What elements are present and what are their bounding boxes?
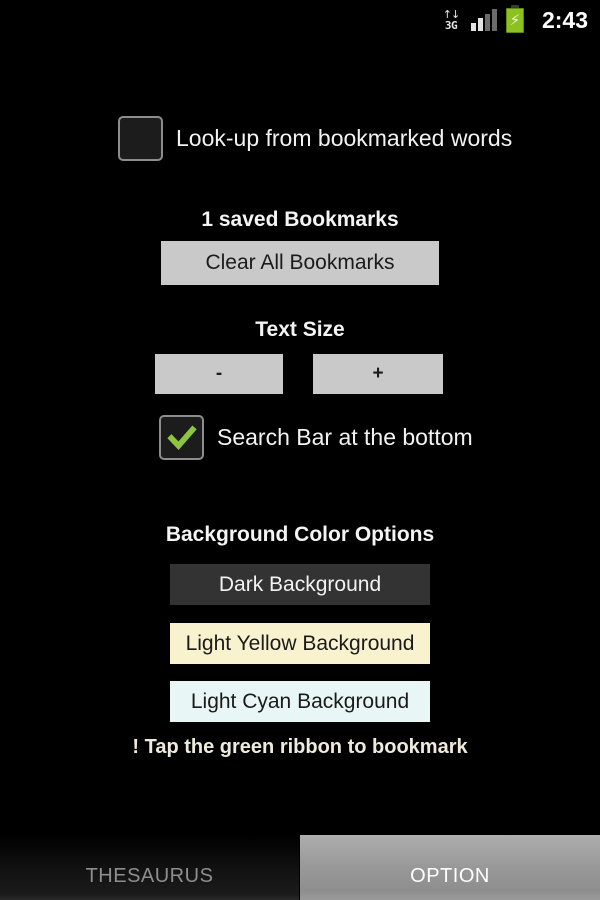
text-size-title: Text Size: [255, 318, 345, 341]
search-bar-bottom-label: Search Bar at the bottom: [217, 424, 473, 450]
status-bar-icons: ↑↓ 3G ⚡ 2:43: [440, 4, 588, 34]
tab-option[interactable]: OPTION: [300, 835, 600, 900]
search-bar-bottom-row[interactable]: Search Bar at the bottom: [159, 415, 473, 460]
status-bar-clock: 2:43: [541, 6, 588, 33]
bookmark-tip-text: ! Tap the green ribbon to bookmark: [132, 736, 468, 758]
network-type-label: 3G: [444, 19, 458, 32]
battery-charging-icon: ⚡: [505, 4, 524, 33]
lookup-bookmarked-words-checkbox[interactable]: [118, 116, 163, 161]
light-yellow-background-button[interactable]: Light Yellow Background: [170, 623, 430, 664]
bottom-tab-bar: THESAURUS OPTION: [0, 835, 600, 900]
light-cyan-background-button[interactable]: Light Cyan Background: [170, 681, 430, 722]
status-bar: ↑↓ 3G ⚡ 2:43: [0, 0, 600, 40]
checkmark-icon: [166, 424, 197, 450]
background-color-options-title: Background Color Options: [165, 523, 435, 546]
tab-thesaurus[interactable]: THESAURUS: [0, 835, 300, 900]
options-content: Look-up from bookmarked words 1 saved Bo…: [0, 40, 600, 835]
signal-strength-icon: [470, 9, 497, 31]
network-3g-icon: ↑↓ 3G: [440, 6, 462, 34]
text-size-decrease-button[interactable]: -: [155, 354, 283, 394]
clear-all-bookmarks-button[interactable]: Clear All Bookmarks: [161, 241, 439, 285]
text-size-increase-button[interactable]: +: [313, 354, 443, 394]
dark-background-button[interactable]: Dark Background: [170, 564, 430, 605]
search-bar-bottom-checkbox[interactable]: [159, 415, 204, 460]
app-screen: ↑↓ 3G ⚡ 2:43 Look-up from bookmarked wor…: [0, 0, 600, 900]
saved-bookmarks-count: 1 saved Bookmarks: [201, 208, 399, 231]
lookup-bookmarked-words-label: Look-up from bookmarked words: [176, 125, 513, 151]
lookup-bookmarked-words-row[interactable]: Look-up from bookmarked words: [118, 116, 512, 161]
lightning-bolt-icon: ⚡: [509, 10, 521, 29]
